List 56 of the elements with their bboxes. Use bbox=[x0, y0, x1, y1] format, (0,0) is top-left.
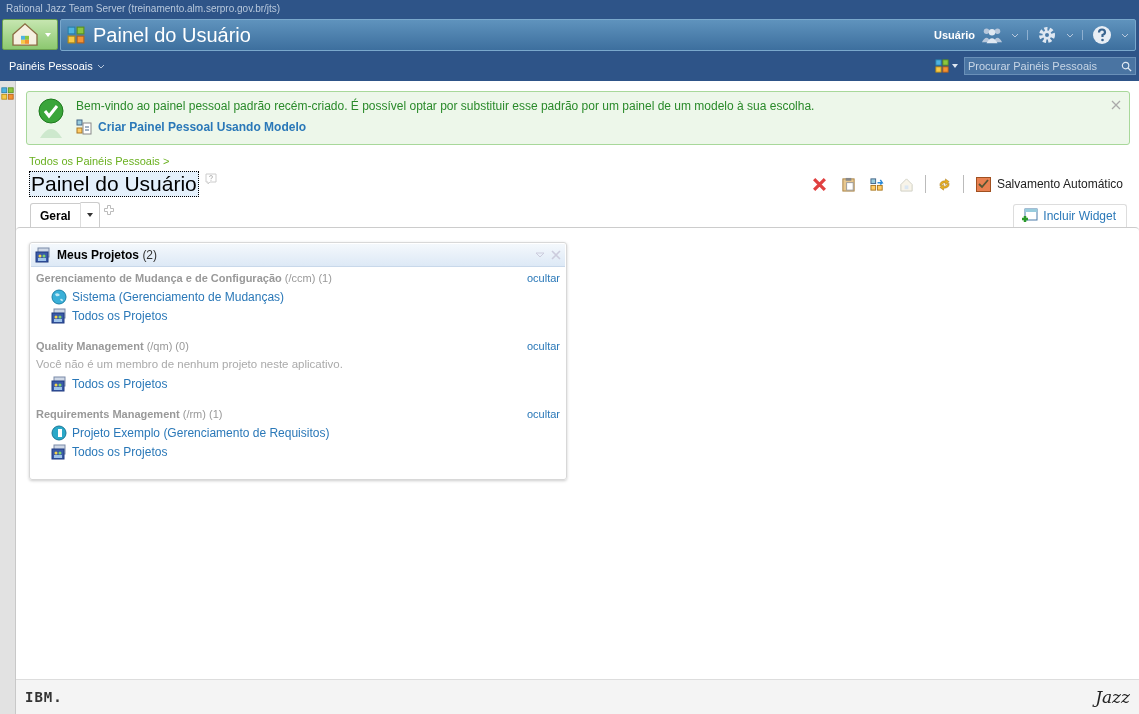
project-link[interactable]: Todos os Projetos bbox=[72, 376, 168, 391]
project-link[interactable]: Todos os Projetos bbox=[72, 308, 168, 323]
dropdown-arrow-icon[interactable] bbox=[952, 64, 958, 68]
notice-message: Bem-vindo ao painel pessoal padrão recém-criado. É possível optar por substituir esse padrão por um painel de um modelo à sua escolha. bbox=[76, 98, 816, 113]
dashboard-icon bbox=[1, 87, 14, 100]
section-heading: Quality Management (/qm) (0) bbox=[36, 339, 189, 352]
checkmark-icon bbox=[38, 98, 64, 138]
chevron-icon[interactable] bbox=[1121, 32, 1129, 38]
chevron-icon[interactable] bbox=[96, 63, 105, 69]
section-heading: Gerenciamento de Mudança e de Configuração (/ccm) (1) bbox=[36, 271, 332, 284]
breadcrumb-link[interactable]: Todos os Painéis Pessoais > bbox=[29, 155, 170, 167]
help-bubble-icon[interactable] bbox=[204, 173, 217, 185]
clipboard-icon[interactable] bbox=[840, 176, 856, 192]
move-dashboard-icon[interactable] bbox=[869, 176, 885, 192]
document-circle-icon bbox=[51, 424, 67, 441]
project-folder-icon bbox=[35, 247, 51, 263]
hide-link[interactable]: ocultar bbox=[526, 271, 560, 284]
widget-title: Meus Projetos (2) bbox=[57, 248, 158, 262]
globe-icon bbox=[51, 288, 67, 305]
hide-link[interactable]: ocultar bbox=[526, 407, 560, 420]
close-icon[interactable] bbox=[1111, 100, 1121, 110]
create-from-template-link[interactable]: Criar Painel Pessoal Usando Modelo bbox=[98, 120, 307, 134]
chevron-icon[interactable] bbox=[1011, 32, 1019, 38]
dashboard-title[interactable]: Painel do Usuário bbox=[29, 171, 199, 197]
autosave-label: Salvamento Automático bbox=[996, 177, 1123, 191]
add-tab-icon[interactable] bbox=[103, 205, 114, 215]
add-widget-button[interactable]: Incluir Widget bbox=[1013, 204, 1127, 227]
autosave-checkbox[interactable] bbox=[975, 176, 991, 192]
house-icon bbox=[9, 21, 41, 48]
personal-dashboards-menu[interactable]: Painéis Pessoais bbox=[9, 60, 93, 72]
search-field[interactable]: Procurar Painéis Pessoais bbox=[964, 57, 1136, 75]
dashboard-icon bbox=[935, 59, 949, 73]
section-heading: Requirements Management (/rm) (1) bbox=[36, 407, 223, 420]
project-link[interactable]: Sistema (Gerenciamento de Mudanças) bbox=[72, 289, 285, 304]
search-icon[interactable] bbox=[1121, 60, 1132, 72]
home-button[interactable] bbox=[2, 19, 58, 50]
project-link[interactable]: Projeto Exemplo (Gerenciamento de Requisitos) bbox=[72, 425, 330, 440]
user-menu[interactable]: Usuário bbox=[934, 29, 975, 41]
hide-link[interactable]: ocultar bbox=[526, 339, 560, 352]
delete-icon[interactable] bbox=[811, 176, 827, 192]
chevron-icon[interactable] bbox=[1066, 32, 1074, 38]
refresh-icon[interactable] bbox=[936, 176, 952, 192]
help-icon[interactable] bbox=[1091, 25, 1113, 45]
dashboard-icon bbox=[67, 26, 85, 44]
add-widget-icon bbox=[1022, 208, 1039, 224]
project-folder-icon bbox=[51, 443, 67, 460]
project-folder-icon bbox=[51, 307, 67, 324]
window-title: Rational Jazz Team Server (treinamento.alm.serpro.gov.br/jts) bbox=[0, 0, 1139, 18]
project-link[interactable]: Todos os Projetos bbox=[72, 444, 168, 459]
settings-icon[interactable] bbox=[1036, 25, 1058, 45]
project-folder-icon bbox=[51, 375, 67, 392]
template-icon bbox=[76, 119, 92, 135]
tab[interactable]: Geral bbox=[30, 203, 81, 227]
ibm-logo: IBM. bbox=[25, 689, 63, 705]
empty-message: Você não é um membro de nenhum projeto neste aplicativo. bbox=[36, 357, 344, 372]
page-title: Painel do Usuário bbox=[93, 23, 251, 47]
